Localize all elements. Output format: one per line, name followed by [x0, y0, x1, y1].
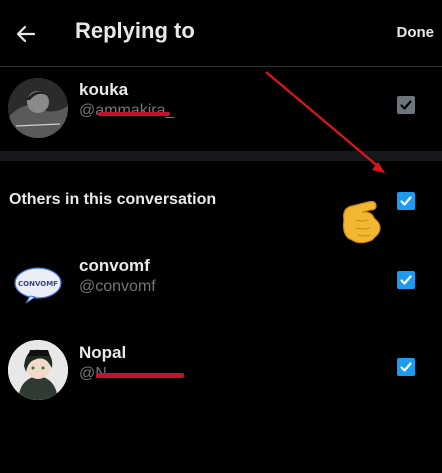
replying-to-screen: Replying to Done kouka @ammakira_ Others… — [0, 0, 442, 473]
annotation-arrow — [265, 71, 381, 169]
annotation-overlay — [265, 71, 385, 244]
pointing-hand-icon — [342, 200, 381, 244]
